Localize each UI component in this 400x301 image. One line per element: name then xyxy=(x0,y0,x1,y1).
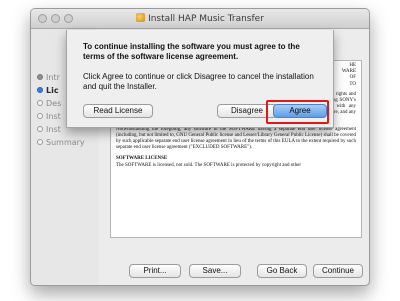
save-button[interactable]: Save... xyxy=(189,264,241,278)
sidebar-item-license: Lic xyxy=(37,86,59,95)
agree-highlight-box xyxy=(266,100,329,124)
package-icon xyxy=(136,13,146,22)
step-dot-icon xyxy=(37,100,43,106)
sidebar-item-installation: Inst xyxy=(37,125,61,134)
step-dot-icon xyxy=(37,139,43,145)
read-license-button[interactable]: Read License xyxy=(83,104,153,118)
license-paragraph: Notwithstanding the foregoing, any softw… xyxy=(116,126,356,151)
sidebar-item-introduction: Intr xyxy=(37,73,60,82)
print-button[interactable]: Print... xyxy=(129,264,181,278)
sheet-bold-message: To continue installing the software you … xyxy=(83,42,300,61)
step-dot-icon xyxy=(37,74,43,80)
title-bar: Install HAP Music Transfer xyxy=(31,9,369,29)
step-dot-icon xyxy=(37,126,43,132)
step-dot-icon xyxy=(37,113,43,119)
go-back-button[interactable]: Go Back xyxy=(257,264,307,278)
step-dot-icon xyxy=(37,87,43,93)
sidebar-item-summary: Summary xyxy=(37,138,85,147)
license-paragraph: The SOFTWARE is licensed, not sold. The … xyxy=(116,162,302,168)
license-heading: SOFTWARE LICENSE xyxy=(116,155,168,161)
sidebar-item-installation-type: Inst xyxy=(37,112,61,121)
window-title-text: Install HAP Music Transfer xyxy=(148,14,264,24)
sidebar-item-destination: Des xyxy=(37,99,61,108)
continue-button[interactable]: Continue xyxy=(313,264,363,278)
window-title: Install HAP Music Transfer xyxy=(31,13,369,24)
sheet-message: Click Agree to continue or click Disagre… xyxy=(83,72,314,91)
